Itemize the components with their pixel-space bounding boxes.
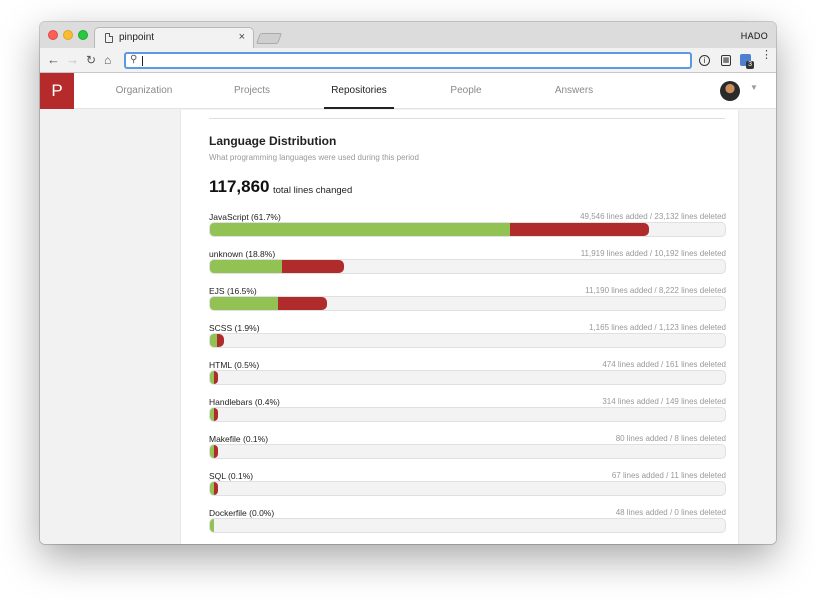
lines-added-bar	[210, 334, 218, 347]
browser-menu-icon[interactable]: ⋮	[761, 50, 772, 61]
content-area: Language Distribution What programming l…	[40, 110, 776, 544]
lines-deleted-bar	[277, 297, 328, 310]
language-name: EJS (16.5%)	[209, 286, 257, 296]
new-tab-button[interactable]	[255, 33, 283, 44]
home-icon[interactable]: ⌂	[104, 52, 111, 68]
language-stats: 49,546 lines added / 23,132 lines delete…	[580, 212, 726, 221]
language-name: SCSS (1.9%)	[209, 323, 260, 333]
language-name: Dockerfile (0.0%)	[209, 508, 275, 518]
language-stats: 80 lines added / 8 lines deleted	[615, 434, 726, 443]
reload-icon[interactable]: ↻	[86, 52, 96, 68]
language-row: HTML (0.5%) 474 lines added / 161 lines …	[209, 360, 726, 392]
lines-added-bar	[210, 297, 278, 310]
nav-organization[interactable]: Organization	[108, 73, 180, 109]
language-row: JavaScript (61.7%) 49,546 lines added / …	[209, 212, 726, 244]
extension-badge: 3	[746, 61, 754, 69]
search-icon: ⚲	[130, 54, 138, 65]
profile-name[interactable]: HADO	[741, 31, 768, 41]
app-logo[interactable]: P	[40, 73, 74, 109]
nav-projects[interactable]: Projects	[230, 73, 274, 109]
lines-deleted-bar	[509, 223, 650, 236]
lines-deleted-bar	[214, 445, 218, 458]
language-bar	[209, 259, 726, 274]
language-bar	[209, 222, 726, 237]
language-name: JavaScript (61.7%)	[209, 212, 281, 222]
tab-strip: pinpoint × HADO	[40, 22, 776, 49]
window-controls	[48, 30, 88, 40]
language-row: Makefile (0.1%) 80 lines added / 8 lines…	[209, 434, 726, 466]
nav-answers[interactable]: Answers	[552, 73, 596, 109]
language-name: unknown (18.8%)	[209, 249, 276, 259]
language-bar	[209, 481, 726, 496]
language-row: Handlebars (0.4%) 314 lines added / 149 …	[209, 397, 726, 429]
language-stats: 314 lines added / 149 lines deleted	[602, 397, 726, 406]
language-row: unknown (18.8%) 11,919 lines added / 10,…	[209, 249, 726, 281]
close-window-button[interactable]	[48, 30, 58, 40]
language-stats: 11,190 lines added / 8,222 lines deleted	[585, 286, 726, 295]
language-name: HTML (0.5%)	[209, 360, 260, 370]
nav-repositories[interactable]: Repositories	[324, 73, 394, 109]
lines-deleted-bar	[282, 260, 344, 273]
browser-tab[interactable]: pinpoint ×	[94, 27, 254, 49]
back-arrow-icon[interactable]: ←	[47, 52, 60, 68]
lines-added-bar	[210, 260, 283, 273]
browser-toolbar: ← → ↻ ⌂ ⚲ i ▦ 3 ⋮	[40, 48, 776, 73]
language-bar	[209, 407, 726, 422]
lines-deleted-bar	[214, 482, 218, 495]
lines-added-bar	[210, 519, 214, 532]
language-bar	[209, 518, 726, 533]
language-stats: 67 lines added / 11 lines deleted	[611, 471, 726, 480]
section-title: Language Distribution	[209, 134, 337, 148]
user-avatar[interactable]	[720, 81, 740, 101]
language-name: Makefile (0.1%)	[209, 434, 269, 444]
zoom-window-button[interactable]	[78, 30, 88, 40]
section-subtitle: What programming languages were used dur…	[209, 153, 419, 162]
lines-deleted-bar	[217, 334, 224, 347]
minimize-window-button[interactable]	[63, 30, 73, 40]
language-stats: 474 lines added / 161 lines deleted	[602, 360, 726, 369]
language-row: SQL (0.1%) 67 lines added / 11 lines del…	[209, 471, 726, 503]
nav-people[interactable]: People	[448, 73, 484, 109]
close-tab-icon[interactable]: ×	[239, 31, 245, 43]
app-header: P Organization Projects Repositories Peo…	[40, 73, 776, 109]
language-bar	[209, 296, 726, 311]
language-bar	[209, 333, 726, 348]
language-distribution-card: Language Distribution What programming l…	[180, 110, 739, 544]
extension-badge-icon[interactable]: 3	[740, 54, 754, 69]
address-bar[interactable]: ⚲	[124, 52, 692, 69]
browser-window: pinpoint × HADO ← → ↻ ⌂ ⚲ i ▦ 3 ⋮ P Orga…	[40, 22, 776, 544]
chevron-down-icon[interactable]: ▼	[750, 83, 758, 92]
info-icon[interactable]: i	[699, 55, 710, 66]
language-row: SCSS (1.9%) 1,165 lines added / 1,123 li…	[209, 323, 726, 355]
language-stats: 48 lines added / 0 lines deleted	[615, 508, 726, 517]
lines-deleted-bar	[214, 371, 218, 384]
forward-arrow-icon[interactable]: →	[66, 52, 79, 68]
language-stats: 11,919 lines added / 10,192 lines delete…	[580, 249, 726, 258]
language-name: Handlebars (0.4%)	[209, 397, 280, 407]
text-cursor	[142, 56, 143, 66]
language-stats: 1,165 lines added / 1,123 lines deleted	[589, 323, 726, 332]
divider	[209, 118, 725, 119]
language-bar	[209, 370, 726, 385]
total-lines-value: 117,860	[209, 177, 270, 196]
language-row: EJS (16.5%) 11,190 lines added / 8,222 l…	[209, 286, 726, 318]
lines-added-bar	[210, 223, 510, 236]
language-bar	[209, 444, 726, 459]
language-row: Dockerfile (0.0%) 48 lines added / 0 lin…	[209, 508, 726, 540]
total-lines-label: total lines changed	[273, 185, 353, 196]
lines-deleted-bar	[214, 408, 218, 421]
language-name: SQL (0.1%)	[209, 471, 254, 481]
tab-title: pinpoint	[119, 32, 155, 43]
page-icon	[105, 33, 113, 43]
extension-icon[interactable]: ▦	[721, 55, 731, 66]
